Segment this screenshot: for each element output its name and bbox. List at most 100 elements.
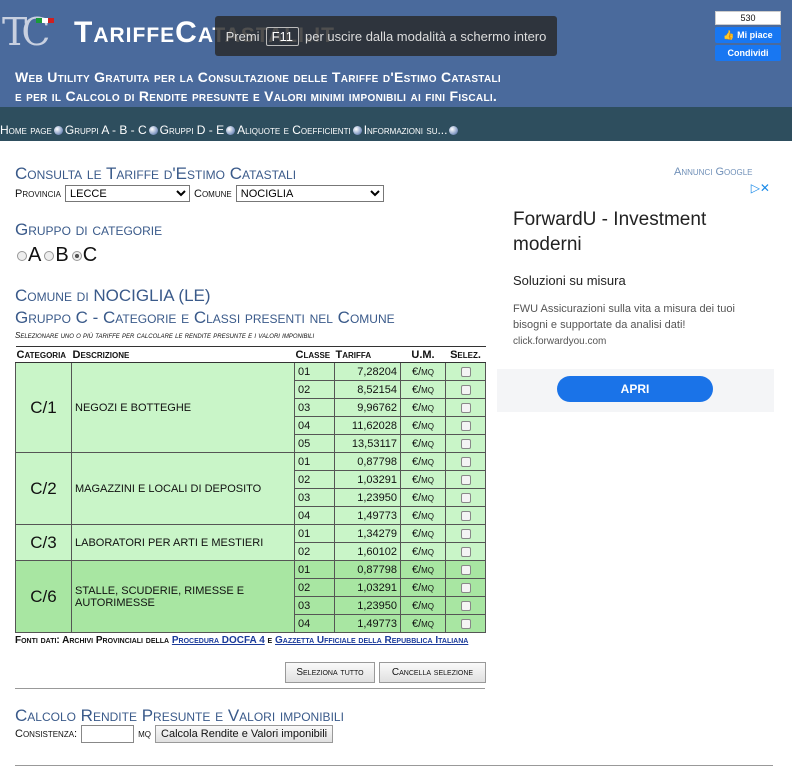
category-code: C/3 (15, 524, 72, 561)
table-body: C/1 NEGOZI E BOTTEGHE 01 7,28204 €/mq 02… (15, 362, 486, 633)
fb-share-button[interactable]: Condividi (715, 45, 781, 61)
nav-informazioni-label: Informazioni su... (363, 123, 448, 137)
um-cell: €/mq (400, 470, 446, 489)
sources-middle: e (267, 635, 273, 646)
select-checkbox[interactable] (460, 510, 471, 521)
select-checkbox[interactable] (460, 546, 471, 557)
group-title: Gruppo C - Categorie e Classi presenti n… (15, 308, 395, 327)
nav-informazioni[interactable]: Informazioni su... (364, 123, 461, 137)
nav-home[interactable]: Home page (0, 123, 65, 137)
select-checkbox[interactable] (460, 618, 471, 629)
table-header-row: Categoria Descrizione Classe Tariffa U.M… (15, 346, 486, 363)
tariff-cell: 1,23950 (334, 488, 401, 507)
um-cell: €/mq (400, 524, 446, 543)
col-tariffa: Tariffa (334, 346, 401, 363)
ad-text: FWU Assicurazioni sulla vita a misura de… (513, 303, 735, 331)
nav-gruppi-de[interactable]: Gruppi D - E (160, 123, 237, 137)
um-cell: €/mq (400, 560, 446, 579)
fb-like-count: 530 (715, 11, 781, 25)
nav-bullet-icon (226, 125, 236, 135)
select-checkbox[interactable] (460, 600, 471, 611)
radio-c-selected[interactable] (71, 250, 82, 261)
um-cell: €/mq (400, 614, 446, 633)
site-subtitle: Web Utility Gratuita per la Consultazion… (15, 68, 501, 106)
bottom-divider (15, 765, 773, 766)
select-checkbox[interactable] (460, 456, 471, 467)
ad-open-button[interactable]: APRI (557, 376, 713, 402)
calculate-button[interactable]: Calcola Rendite e Valori imponibili (155, 725, 334, 743)
provincia-label: Provincia (15, 187, 62, 200)
clear-selection-button[interactable]: Cancella selezione (379, 662, 486, 683)
select-checkbox[interactable] (460, 402, 471, 413)
select-cell (445, 362, 486, 381)
tariff-cell: 1,03291 (334, 578, 401, 597)
select-all-button[interactable]: Seleziona tutto (285, 662, 375, 683)
select-cell (445, 506, 486, 525)
um-cell: €/mq (400, 542, 446, 561)
category-description: LABORATORI PER ARTI E MESTIERI (71, 524, 295, 561)
um-cell: €/mq (400, 434, 446, 453)
ad-title[interactable]: ForwardU - Investment moderni (513, 207, 763, 257)
ad-content: ▷✕ ForwardU - Investment moderni Soluzio… (497, 179, 774, 369)
site-logo[interactable]: TC (0, 8, 62, 54)
fullscreen-key: F11 (265, 26, 300, 46)
radio-a[interactable] (17, 250, 27, 261)
nav-bullet-icon (148, 125, 158, 135)
subtitle-line-1: Web Utility Gratuita per la Consultazion… (15, 69, 501, 85)
calc-title: Calcolo Rendite Presunte e Valori imponi… (15, 706, 344, 725)
select-checkbox[interactable] (460, 492, 471, 503)
nav-gruppi-abc-label: Gruppi A - B - C (64, 123, 147, 137)
category-description: STALLE, SCUDERIE, RIMESSE E AUTORIMESSE (71, 560, 295, 633)
um-cell: €/mq (400, 578, 446, 597)
class-cell: 02 (294, 470, 335, 489)
provincia-select[interactable]: LECCE (65, 185, 191, 202)
divider (15, 688, 485, 689)
um-cell: €/mq (400, 596, 446, 615)
fb-like-button[interactable]: 👍 Mi piace (715, 27, 781, 43)
select-checkbox[interactable] (460, 564, 471, 575)
class-cell: 03 (294, 488, 335, 507)
select-checkbox[interactable] (460, 474, 471, 485)
facebook-widget: 530 👍 Mi piace Condividi (715, 11, 781, 61)
nav-bullet-icon (449, 125, 459, 135)
gazzetta-link[interactable]: Gazzetta Ufficiale della Repubblica Ital… (275, 635, 468, 646)
site-header: TC TariffeCatastali.it Premi F11 per usc… (0, 0, 792, 107)
radio-b[interactable] (44, 250, 55, 261)
select-checkbox[interactable] (460, 366, 471, 377)
nav-aliquote-label: Aliquote e Coefficienti (237, 123, 351, 137)
col-classe: Classe (294, 346, 335, 363)
select-cell (445, 596, 486, 615)
category-code: C/6 (15, 560, 72, 633)
consistenza-input[interactable] (81, 725, 135, 743)
radio-c-label: C (82, 244, 98, 266)
tariff-cell: 8,52154 (334, 380, 401, 399)
select-checkbox[interactable] (460, 420, 471, 431)
tariff-cell: 13,53117 (334, 434, 401, 453)
select-checkbox[interactable] (460, 384, 471, 395)
select-checkbox[interactable] (460, 438, 471, 449)
table-row: C/2 MAGAZZINI E LOCALI DI DEPOSITO 01 0,… (15, 452, 486, 525)
tariff-cell: 1,49773 (334, 506, 401, 525)
consistenza-label: Consistenza: (15, 728, 78, 740)
ad-box[interactable]: ▷✕ ForwardU - Investment moderni Soluzio… (497, 179, 774, 412)
nav-home-label: Home page (0, 123, 52, 137)
tariff-cell: 1,34279 (334, 524, 401, 543)
select-checkbox[interactable] (460, 528, 471, 539)
adchoices-icon[interactable]: ▷✕ (751, 181, 770, 195)
tariff-cell: 11,62028 (334, 416, 401, 435)
docfa-link[interactable]: Procedura DOCFA 4 (172, 635, 265, 646)
logo-text: TC (2, 10, 50, 54)
nav-aliquote[interactable]: Aliquote e Coefficienti (237, 123, 364, 137)
main-nav: Home page Gruppi A - B - C Gruppi D - E … (0, 107, 792, 141)
comune-select[interactable]: NOCIGLIA (235, 185, 384, 202)
category-description: MAGAZZINI E LOCALI DI DEPOSITO (71, 452, 295, 525)
nav-gruppi-abc[interactable]: Gruppi A - B - C (65, 123, 160, 137)
subtitle-line-2: e per il Calcolo di Rendite presunte e V… (15, 88, 498, 104)
italian-flag-icon (36, 18, 54, 23)
class-cell: 02 (294, 578, 335, 597)
radio-a-label: A (28, 244, 42, 266)
class-cell: 05 (294, 434, 335, 453)
select-checkbox[interactable] (460, 582, 471, 593)
fb-like-label: Mi piace (737, 30, 773, 40)
class-cell: 02 (294, 542, 335, 561)
